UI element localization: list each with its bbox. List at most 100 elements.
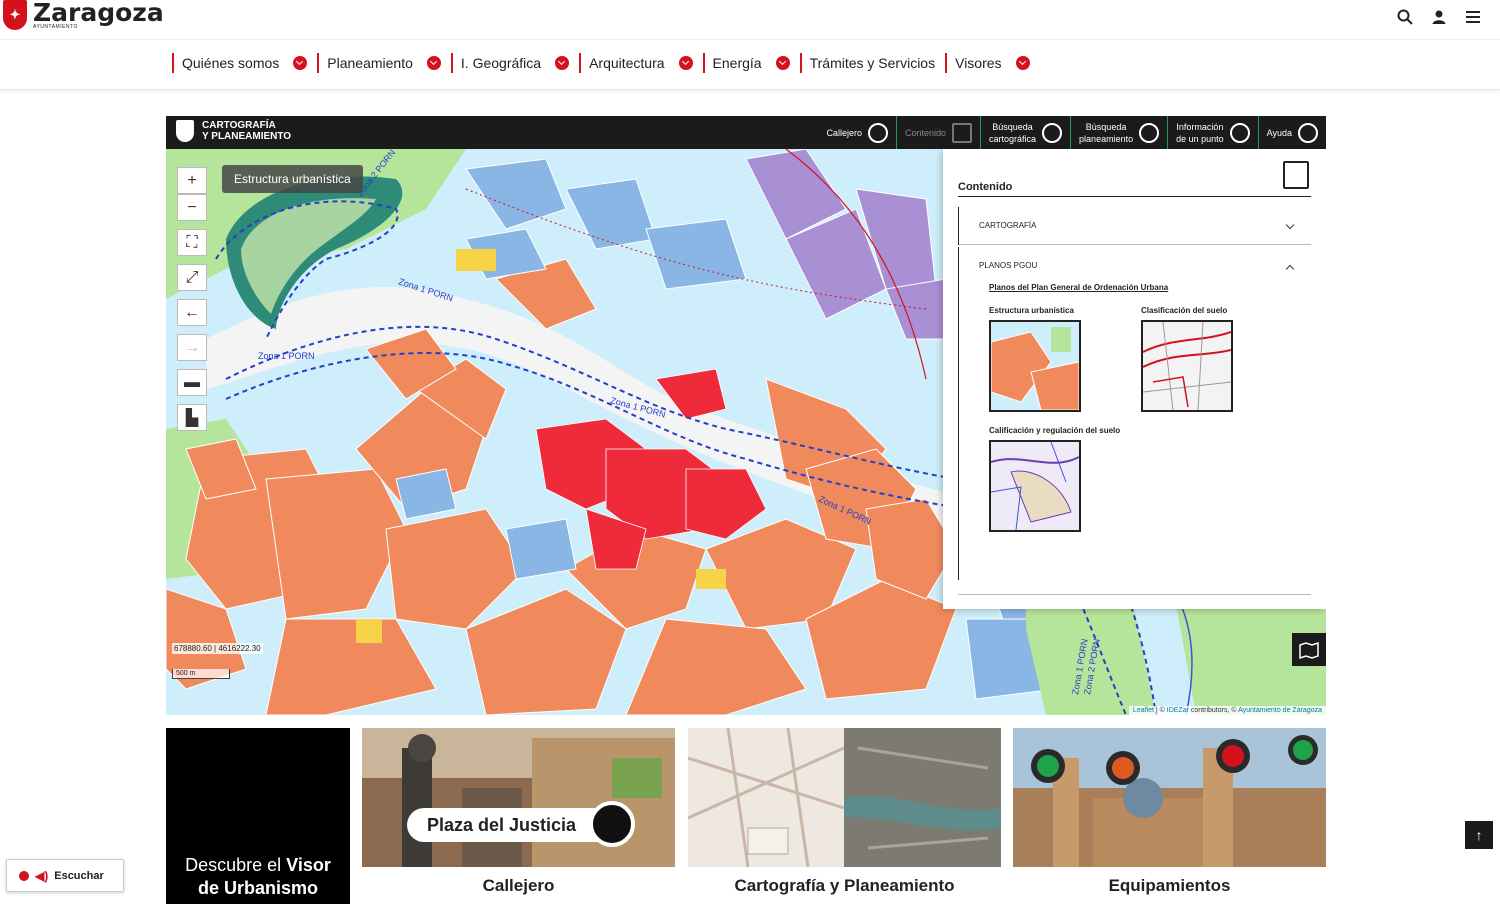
fullscreen-button[interactable]: ⛶ [177, 229, 207, 256]
speaker-icon: ◀) [35, 868, 49, 883]
idezar-link[interactable]: IDEZar [1167, 707, 1189, 714]
user-icon[interactable] [1430, 8, 1448, 26]
card-callejero[interactable]: Plaza del Justicia Callejero [362, 728, 675, 904]
thumb-image[interactable] [989, 320, 1081, 412]
arrow-up-icon: ↑ [1475, 827, 1483, 843]
listen-label: Escuchar [54, 869, 104, 882]
accordion-header[interactable]: CARTOGRAFÍA [959, 207, 1311, 245]
accordion-cartografia[interactable]: CARTOGRAFÍA [958, 207, 1311, 245]
accordion-label: CARTOGRAFÍA [979, 221, 1037, 230]
nav-label: Visores [955, 55, 1002, 71]
map-pin-icon [1042, 122, 1063, 143]
main-navigation: Quiénes somos Planeamiento I. Geográfica… [0, 40, 1500, 90]
active-layer-label: Estructura urbanística [222, 165, 363, 193]
tool-label: Información de un punto [1176, 121, 1224, 144]
nav-item-tramites[interactable]: Trámites y Servicios [799, 53, 936, 73]
accordion-planos-pgou[interactable]: PLANOS PGOU Planos del Plan General de O… [958, 247, 1311, 580]
tool-contenido[interactable]: Contenido [895, 116, 980, 149]
measure-area-button[interactable]: ▙ [177, 404, 207, 431]
viewer-brand: CARTOGRAFÍA Y PLANEAMIENTO [176, 120, 291, 142]
plan-thumb-clasificacion[interactable]: Clasificación del suelo [1141, 304, 1293, 412]
magnifier-icon [867, 122, 888, 143]
area-ruler-icon: ▙ [185, 409, 199, 427]
nav-label: Energía [712, 55, 762, 71]
tool-label: Búsqueda cartográfica [989, 121, 1037, 144]
site-logo[interactable]: ✦ Zaragoza AYUNTAMIENTO [3, 0, 164, 30]
zaragoza-shield-icon [176, 120, 194, 142]
previous-view-button[interactable]: ← [177, 299, 207, 326]
nav-item-quienes-somos[interactable]: Quiénes somos [172, 53, 308, 73]
next-view-button[interactable]: → [177, 334, 207, 361]
nav-item-geografica[interactable]: I. Geográfica [450, 53, 570, 73]
feature-cards: Descubre el Visor de Urbanismo Plaza del … [166, 728, 1326, 904]
tool-informacion-punto[interactable]: Información de un punto [1167, 116, 1258, 149]
top-bar: ✦ Zaragoza AYUNTAMIENTO [0, 0, 1500, 40]
nav-label: I. Geográfica [460, 55, 542, 71]
chevron-down-icon[interactable] [1015, 56, 1030, 70]
scale-bar: 500 m [172, 669, 230, 679]
tool-ayuda[interactable]: Ayuda [1257, 116, 1326, 149]
tool-label: Ayuda [1266, 127, 1292, 138]
viewer-brand-text: CARTOGRAFÍA Y PLANEAMIENTO [202, 120, 292, 142]
magnifier-icon [589, 801, 635, 847]
leaflet-link[interactable]: Leaflet [1133, 707, 1154, 714]
thumb-image[interactable] [1141, 320, 1233, 412]
map-pin-icon [1139, 122, 1160, 143]
zoom-out-button[interactable]: − [177, 194, 207, 221]
tool-busqueda-planeamiento[interactable]: Búsqueda planeamiento [1070, 116, 1167, 149]
chevron-down-icon[interactable] [678, 56, 693, 70]
measure-distance-button[interactable]: ▬ [177, 369, 207, 396]
zaragoza-shield-icon: ✦ [3, 0, 27, 30]
nav-label: Trámites y Servicios [809, 55, 936, 71]
thumb-image[interactable] [989, 440, 1081, 532]
ruler-icon: ▬ [184, 373, 200, 391]
nav-item-arquitectura[interactable]: Arquitectura [579, 53, 693, 73]
chevron-down-icon[interactable] [426, 56, 441, 70]
expand-icon: ⤢ [185, 268, 199, 286]
zoom-in-button[interactable]: + [177, 167, 207, 194]
tool-label: Búsqueda planeamiento [1079, 121, 1134, 144]
map-layers-icon [1299, 641, 1319, 659]
full-extent-button[interactable]: ⤢ [177, 264, 207, 291]
card-equipamientos[interactable]: Equipamientos [1013, 728, 1326, 904]
menu-icon[interactable] [1464, 8, 1482, 26]
plan-thumb-estructura[interactable]: Estructura urbanística [989, 304, 1141, 412]
card-title: Cartografía y Planeamiento [734, 876, 955, 895]
content-panel: Contenido CARTOGRAFÍA PLANOS PGOU Planos… [943, 149, 1326, 609]
accordion-header[interactable]: PLANOS PGOU [959, 247, 1311, 285]
search-icon[interactable] [1396, 8, 1414, 26]
coordinates-readout: 678880.60 | 4616222.30 [172, 643, 263, 654]
book-map-icon [1283, 161, 1309, 189]
map-viewer: CARTOGRAFÍA Y PLANEAMIENTO Callejero Con… [166, 116, 1326, 715]
card-title: Callejero [482, 876, 555, 895]
promo-card[interactable]: Descubre el Visor de Urbanismo [166, 728, 350, 904]
chevron-down-icon[interactable] [555, 56, 570, 70]
listen-button[interactable]: ◀) Escuchar [6, 859, 124, 892]
nav-item-planeamiento[interactable]: Planeamiento [317, 53, 441, 73]
promo-line2: de Urbanismo [197, 878, 319, 898]
ayuntamiento-link[interactable]: Ayuntamiento de Zaragoza [1238, 707, 1322, 714]
chevron-down-icon[interactable] [293, 56, 308, 70]
back-to-top-button[interactable]: ↑ [1465, 821, 1493, 849]
accessibility-icon [19, 870, 29, 881]
nav-label: Quiénes somos [182, 55, 280, 71]
nav-item-energia[interactable]: Energía [702, 53, 790, 73]
promo-text: Descubre el Visor de Urbanismo [166, 854, 350, 900]
book-map-icon [952, 122, 973, 143]
site-name: Zaragoza [33, 0, 164, 27]
nav-label: Arquitectura [589, 55, 665, 71]
tool-label: Callejero [826, 127, 862, 138]
attribution-text: contributors, © [1188, 707, 1239, 714]
chevron-up-icon [1285, 264, 1295, 274]
tool-callejero[interactable]: Callejero [818, 116, 896, 149]
tool-busqueda-cartografica[interactable]: Búsqueda cartográfica [980, 116, 1070, 149]
accordion-label: PLANOS PGOU [979, 261, 1038, 270]
basemap-switch-button[interactable] [1292, 633, 1326, 666]
chevron-down-icon[interactable] [775, 56, 790, 70]
panel-title: Contenido [958, 181, 1013, 193]
fullscreen-icon: ⛶ [186, 233, 198, 251]
card-cartografia[interactable]: Cartografía y Planeamiento [688, 728, 1001, 904]
plan-thumb-calificacion[interactable]: Calificación y regulación del suelo [989, 424, 1141, 532]
arrow-right-icon: → [184, 338, 200, 356]
nav-item-visores[interactable]: Visores [945, 53, 1030, 73]
